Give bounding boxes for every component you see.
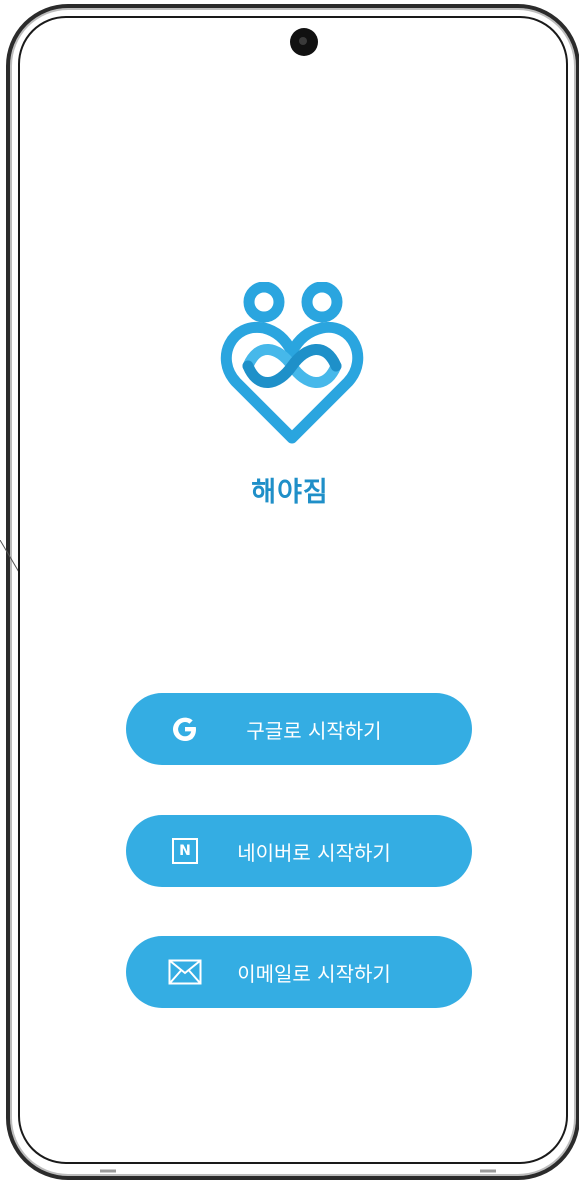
phone-bottom-edge (100, 1169, 496, 1173)
envelope-icon (166, 956, 204, 988)
naver-login-label: 네이버로 시작하기 (237, 840, 391, 865)
naver-login-button[interactable]: N 네이버로 시작하기 (126, 815, 472, 887)
google-g-icon (166, 713, 204, 745)
google-login-label: 구글로 시작하기 (246, 718, 382, 743)
app-title: 해야짐 (251, 477, 329, 508)
naver-icon-letter: N (172, 838, 198, 864)
google-login-button[interactable]: 구글로 시작하기 (126, 693, 472, 765)
front-camera (290, 28, 318, 56)
app-logo-icon (220, 282, 364, 444)
email-login-label: 이메일로 시작하기 (237, 961, 391, 986)
email-login-button[interactable]: 이메일로 시작하기 (126, 936, 472, 1008)
naver-n-icon: N (166, 835, 204, 867)
